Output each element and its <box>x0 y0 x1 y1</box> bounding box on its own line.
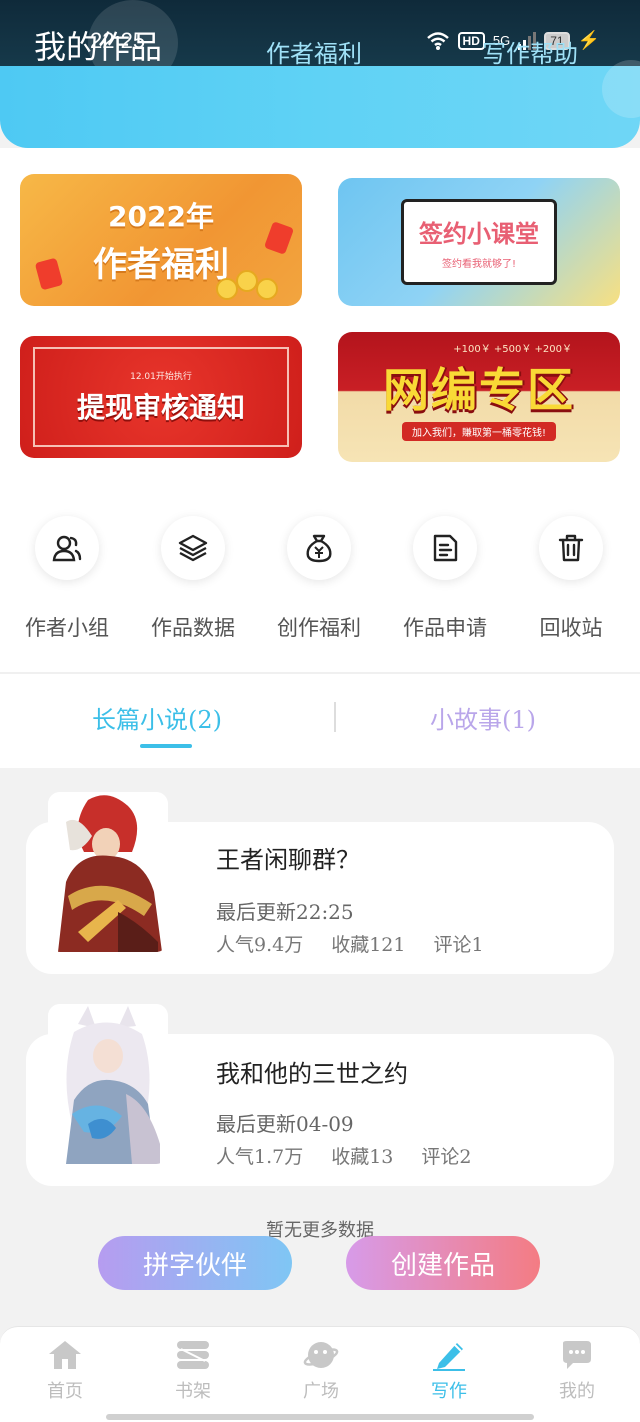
banner-course-title: 签约小课堂 <box>419 220 539 248</box>
work-comments: 评论2 <box>421 1146 472 1168</box>
work-stats: 人气9.4万 收藏121 评论1 <box>216 930 484 957</box>
banner-welfare-year: 2022年 <box>108 199 214 233</box>
banner-author-welfare[interactable]: 2022年 作者福利 <box>20 174 302 306</box>
header-bar <box>0 60 640 148</box>
nav-label: 书架 <box>175 1381 211 1402</box>
bookshelf-icon <box>177 1341 209 1369</box>
work-title[interactable]: 我和他的三世之约 <box>216 1054 408 1089</box>
cover-illustration <box>48 1004 168 1164</box>
section-divider <box>0 672 640 674</box>
hd-badge: HD <box>457 31 485 50</box>
pen-icon <box>433 1343 465 1371</box>
banner-course-subtitle: 签约看我就够了! <box>441 259 516 270</box>
feature-recycle-bin[interactable]: 回收站 <box>508 516 634 642</box>
tab-writing-help[interactable]: 写作帮助 <box>482 34 578 69</box>
document-icon <box>433 534 458 562</box>
feature-work-data[interactable]: 作品数据 <box>130 516 256 642</box>
course-card: 签约小课堂 签约看我就够了! <box>401 199 557 285</box>
active-tab-underline <box>140 744 192 748</box>
nav-writing[interactable]: 写作 <box>394 1339 504 1403</box>
feature-circle <box>35 516 99 580</box>
wifi-icon <box>426 31 449 50</box>
cover-illustration <box>48 792 168 952</box>
work-stats: 人气1.7万 收藏13 评论2 <box>216 1142 472 1169</box>
feature-label: 作品数据 <box>151 616 235 640</box>
tab-my-works[interactable]: 我的作品 <box>34 22 162 68</box>
work-comments: 评论1 <box>433 934 484 956</box>
tab-separator <box>334 702 336 732</box>
writing-partner-button[interactable]: 拼字伙伴 <box>98 1236 292 1290</box>
feature-label: 回收站 <box>539 616 603 640</box>
banner-web-strip: 加入我们，賺取第一桶零花钱! <box>401 421 556 441</box>
work-favorites: 收藏13 <box>331 1146 394 1168</box>
money-bag-icon <box>306 534 332 563</box>
work-cover-image[interactable] <box>48 792 168 952</box>
coin-icon <box>216 278 238 300</box>
notice-frame: 12.01开始执行 提现审核通知 <box>33 347 289 447</box>
decor-bubble <box>602 60 640 118</box>
work-title[interactable]: 王者闲聊群？ <box>216 840 360 875</box>
tab-long-novel[interactable]: 长篇小说(2) <box>92 700 222 735</box>
tab-short-story[interactable]: 小故事(1) <box>430 700 536 735</box>
work-updated: 最后更新22:25 <box>216 900 354 924</box>
banner-web-prices: +100￥ +500￥ +200￥ <box>453 344 572 355</box>
feature-circle <box>161 516 225 580</box>
no-more-data-text: 暂无更多数据 <box>266 1220 374 1241</box>
banner-web-editor[interactable]: +100￥ +500￥ +200￥ 网编专区 加入我们，賺取第一桶零花钱! <box>338 332 620 462</box>
nav-bookshelf[interactable]: 书架 <box>138 1339 248 1403</box>
work-updated: 最后更新04-09 <box>216 1112 354 1136</box>
users-icon <box>52 535 82 562</box>
charging-icon: ⚡ <box>577 30 600 50</box>
work-popularity: 人气9.4万 <box>216 934 304 956</box>
banner-web-title: 网编专区 <box>383 362 575 417</box>
work-popularity: 人气1.7万 <box>216 1146 304 1168</box>
work-cover-image[interactable] <box>48 1004 168 1164</box>
feature-label: 作品申请 <box>403 616 487 640</box>
banner-notice-title: 提现审核通知 <box>76 390 245 424</box>
bottom-nav: 首页 书架 广场 写作 我的 <box>0 1326 640 1422</box>
tab-author-welfare[interactable]: 作者福利 <box>266 34 362 69</box>
planet-icon <box>303 1342 339 1368</box>
chat-icon <box>563 1341 591 1369</box>
create-work-button[interactable]: 创建作品 <box>346 1236 540 1290</box>
trash-icon <box>558 534 584 562</box>
red-packet-icon <box>263 221 295 255</box>
nav-label: 写作 <box>431 1381 467 1402</box>
feature-circle <box>539 516 603 580</box>
feature-circle <box>287 516 351 580</box>
feature-label: 创作福利 <box>277 616 361 640</box>
coin-icon <box>256 278 278 300</box>
home-indicator[interactable] <box>106 1414 534 1420</box>
banner-notice-date: 12.01开始执行 <box>130 371 192 382</box>
red-packet-icon <box>34 257 64 291</box>
banner-signing-course[interactable]: 签约小课堂 签约看我就够了! <box>338 178 620 306</box>
nav-plaza[interactable]: 广场 <box>266 1339 376 1403</box>
nav-label: 我的 <box>559 1381 595 1402</box>
work-favorites: 收藏121 <box>331 934 406 956</box>
feature-circle <box>413 516 477 580</box>
feature-label: 作者小组 <box>25 616 109 640</box>
nav-home[interactable]: 首页 <box>10 1339 120 1403</box>
banner-welfare-title: 作者福利 <box>93 244 229 285</box>
layers-icon <box>178 534 208 562</box>
feature-creation-welfare[interactable]: 创作福利 <box>256 516 382 642</box>
feature-author-group[interactable]: 作者小组 <box>4 516 130 642</box>
feature-work-application[interactable]: 作品申请 <box>382 516 508 642</box>
nav-label: 首页 <box>47 1381 83 1402</box>
home-icon <box>49 1341 81 1369</box>
coin-icon <box>236 270 258 292</box>
banner-withdraw-notice[interactable]: 12.01开始执行 提现审核通知 <box>20 336 302 458</box>
nav-label: 广场 <box>303 1381 339 1402</box>
nav-mine[interactable]: 我的 <box>522 1339 632 1403</box>
